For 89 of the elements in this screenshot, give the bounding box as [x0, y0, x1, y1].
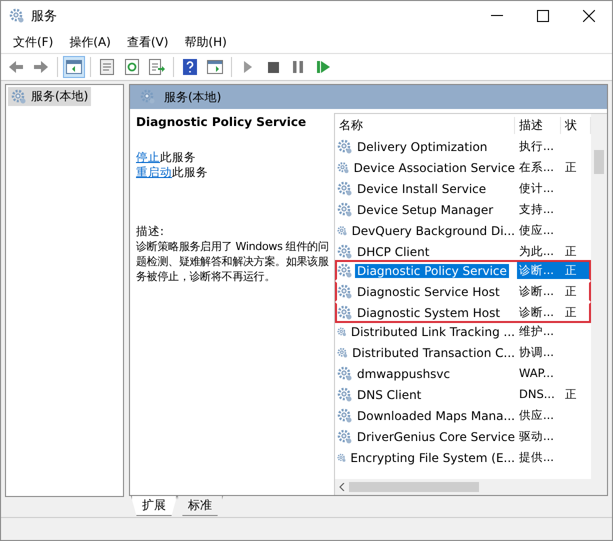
action-link[interactable]: 停止: [136, 150, 160, 164]
service-name[interactable]: DevQuery Background Di...: [350, 224, 517, 238]
service-name[interactable]: DNS Client: [355, 388, 424, 402]
action-link[interactable]: 重启动: [136, 165, 172, 179]
service-icon: [337, 202, 353, 218]
column-header[interactable]: 名称: [335, 116, 515, 134]
service-name[interactable]: Device Install Service: [355, 182, 488, 196]
service-icon: [337, 262, 353, 278]
description-text: 诊断策略服务启用了 Windows 组件的问题检测、疑难解答和解决方案。如果该服务被停止，诊断将不再运行。: [136, 239, 330, 284]
document-icon: [100, 59, 114, 75]
services-icon: [140, 89, 156, 105]
service-icon: [337, 244, 353, 260]
action-text: 此服务: [172, 165, 208, 179]
service-icon: [337, 180, 353, 196]
view-tab[interactable]: 扩展: [131, 496, 177, 516]
table-cell-text: 正: [564, 283, 578, 300]
service-name[interactable]: DriverGenius Core Service: [354, 430, 517, 444]
services-icon: [11, 88, 27, 104]
close-icon: [583, 10, 595, 22]
service-name[interactable]: Device Setup Manager: [355, 202, 496, 216]
window-title: 服务: [31, 8, 58, 25]
table-cell-text: 维护...: [518, 323, 555, 340]
panel-title: 服务(本地): [164, 88, 222, 106]
table-cell-text: 正: [564, 243, 578, 260]
table-cell-text: WAP...: [518, 365, 555, 382]
service-icon: [337, 138, 353, 154]
table-cell-text: 使计...: [518, 180, 555, 197]
action-text: 此服务: [160, 150, 196, 164]
app-icon: [9, 8, 25, 24]
table-cell-text: 提供...: [518, 449, 555, 466]
view-tab[interactable]: 标准: [177, 496, 223, 516]
maximize-icon: [537, 10, 549, 22]
service-name[interactable]: Diagnostic System Host: [355, 306, 502, 320]
description-label: 描述:: [136, 224, 165, 239]
table-cell-text: 驱动...: [518, 428, 555, 445]
stop-icon: [268, 62, 278, 72]
service-name[interactable]: Diagnostic Policy Service: [355, 264, 509, 278]
scroll-left-icon: [339, 483, 345, 491]
table-cell-text: DNS...: [518, 386, 556, 403]
service-name[interactable]: Distributed Transaction C...: [350, 346, 517, 360]
play-icon: [243, 61, 253, 73]
service-icon: [337, 408, 353, 424]
table-cell-text: 正: [564, 159, 578, 176]
service-name[interactable]: Diagnostic Service Host: [355, 284, 502, 298]
column-header[interactable]: 描述: [515, 116, 561, 134]
refresh-icon: [125, 59, 139, 75]
menu-item[interactable]: 操作(A): [61, 34, 119, 50]
service-name[interactable]: Encrypting File System (E...: [348, 450, 517, 464]
tree-item[interactable]: 服务(本地): [8, 87, 92, 106]
service-icon: [337, 160, 350, 176]
service-icon: [337, 304, 353, 320]
table-cell-text: 正: [564, 304, 578, 321]
service-icon: [337, 284, 353, 300]
restart-icon: [316, 61, 330, 73]
service-name[interactable]: DHCP Client: [355, 244, 432, 258]
table-cell-text: 协调...: [518, 344, 555, 361]
table-cell: 诊断...: [517, 262, 563, 279]
console-tree-button[interactable]: [63, 56, 85, 78]
menu-item[interactable]: 帮助(H): [176, 34, 235, 50]
help-icon: [183, 59, 197, 75]
service-name[interactable]: Distributed Link Tracking ...: [348, 324, 517, 338]
pause-icon: [293, 61, 303, 73]
service-icon: [337, 428, 353, 444]
service-name[interactable]: Downloaded Maps Mana...: [355, 408, 517, 422]
export-icon: [149, 59, 165, 75]
table-cell-text: 使应...: [518, 222, 555, 239]
menu-item[interactable]: 文件(F): [5, 34, 62, 50]
table-cell-text: 执行...: [518, 138, 555, 155]
menu-item[interactable]: 查看(V): [118, 34, 176, 50]
service-icon: [337, 386, 353, 402]
table-cell-text: 供应...: [518, 407, 555, 424]
table-cell-text: 支持...: [518, 201, 555, 218]
window-pane-icon: [66, 60, 82, 74]
horizontal-scrollbar[interactable]: [335, 479, 607, 495]
minimize-icon: [491, 15, 503, 17]
service-icon: [337, 366, 353, 382]
service-name[interactable]: Delivery Optimization: [355, 140, 490, 154]
vertical-scrollbar[interactable]: [591, 114, 607, 479]
table-cell-text: 诊断...: [518, 283, 555, 300]
table-cell-text: 在系...: [518, 159, 555, 176]
service-title: Diagnostic Policy Service: [136, 115, 308, 130]
table-cell-text: 为此...: [518, 243, 555, 260]
table-cell-text: 诊断...: [518, 304, 555, 321]
table-cell: 正: [563, 262, 589, 279]
window-pane-icon: [207, 60, 223, 74]
service-name[interactable]: dmwappushsvc: [355, 366, 452, 380]
service-name[interactable]: Device Association Service: [352, 160, 517, 174]
export-list-button[interactable]: [146, 56, 168, 78]
table-cell-text: 正: [564, 386, 578, 403]
